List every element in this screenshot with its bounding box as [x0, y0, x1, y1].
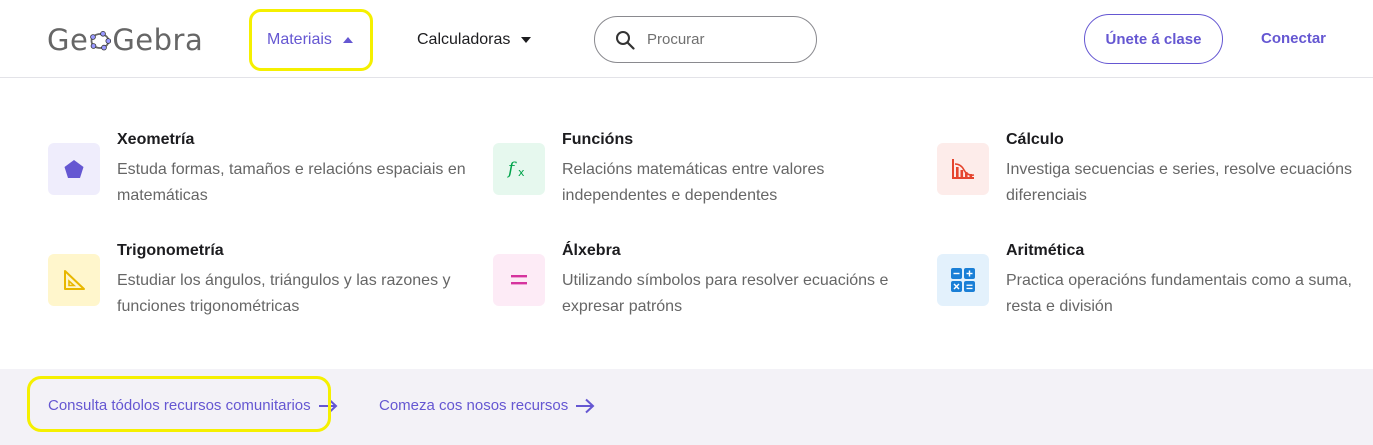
join-class-button[interactable]: Únete á clase [1084, 14, 1223, 64]
arrow-right-icon [318, 398, 338, 413]
caret-up-icon [342, 37, 353, 43]
menu-item-title: Aritmética [1006, 242, 1085, 259]
menu-item-description: Utilizando símbolos para resolver ecuaci… [562, 272, 889, 315]
start-resources-link[interactable]: Comeza cos nosos recursos [379, 397, 595, 414]
menu-item-calculus[interactable]: Cálculo Investiga secuencias e series, r… [937, 131, 1357, 221]
community-resources-link[interactable]: Consulta tódolos recursos comunitarios [48, 397, 338, 414]
menu-item-title: Xeometría [117, 131, 195, 148]
svg-text:x: x [518, 166, 525, 179]
nav-materials-dropdown[interactable]: Materiais [267, 25, 353, 55]
equals-icon [493, 254, 545, 306]
svg-text:f: f [506, 159, 517, 179]
search-box[interactable] [594, 16, 817, 63]
login-link[interactable]: Conectar [1261, 30, 1326, 47]
pentagon-icon [48, 143, 100, 195]
menu-footer: Consulta tódolos recursos comunitarios C… [0, 369, 1373, 445]
top-nav-bar: Ge Gebra Materiais Calculadoras Procurar… [0, 0, 1373, 78]
menu-item-title: Trigonometría [117, 242, 224, 259]
menu-item-description: Estudiar los ángulos, triángulos y las r… [117, 272, 451, 315]
menu-item-description: Investiga secuencias e series, resolve e… [1006, 161, 1352, 204]
set-square-icon [48, 254, 100, 306]
community-resources-label: Consulta tódolos recursos comunitarios [48, 397, 311, 414]
menu-item-algebra[interactable]: Álxebra Utilizando símbolos para resolve… [493, 242, 913, 332]
menu-item-functions[interactable]: f x Funcións Relacións matemáticas entre… [493, 131, 913, 221]
nav-calculators-label: Calculadoras [417, 31, 511, 48]
geogebra-logo[interactable]: Ge Gebra [47, 20, 203, 60]
logo-text-right: Gebra [112, 23, 204, 57]
search-input[interactable] [647, 31, 807, 48]
menu-item-description: Practica operacións fundamentais como a … [1006, 272, 1352, 315]
menu-item-trigonometry[interactable]: Trigonometría Estudiar los ángulos, triá… [48, 242, 468, 332]
menu-item-description: Relacións matemáticas entre valores inde… [562, 161, 825, 204]
search-icon [615, 30, 635, 50]
arrow-right-icon [576, 398, 595, 413]
menu-item-title: Álxebra [562, 242, 621, 259]
logo-text-left: Ge [47, 23, 89, 57]
menu-item-title: Cálculo [1006, 131, 1064, 148]
menu-item-description: Estuda formas, tamaños e relacións espac… [117, 161, 466, 204]
bar-chart-icon [937, 143, 989, 195]
menu-item-arithmetic[interactable]: Aritmética Practica operacións fundament… [937, 242, 1357, 332]
function-icon: f x [493, 143, 545, 195]
nav-calculators-dropdown[interactable]: Calculadoras [417, 25, 532, 55]
caret-down-icon [521, 37, 532, 43]
menu-item-geometry[interactable]: Xeometría Estuda formas, tamaños e relac… [48, 131, 468, 221]
nav-materials-label: Materiais [267, 31, 332, 48]
calculator-icon [937, 254, 989, 306]
menu-item-title: Funcións [562, 131, 634, 148]
geogebra-ellipse-icon [89, 29, 112, 51]
start-resources-label: Comeza cos nosos recursos [379, 397, 569, 414]
